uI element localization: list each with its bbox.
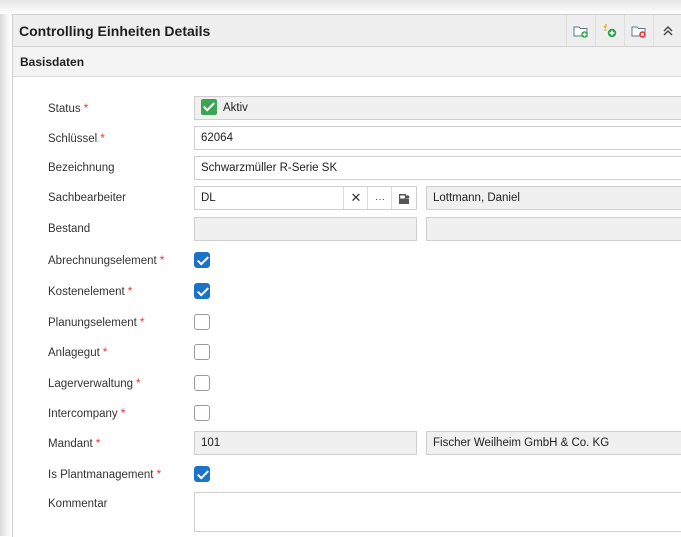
kommentar-label: Kommentar bbox=[48, 498, 108, 510]
plantmanagement-row: Is Plantmanagement * bbox=[13, 462, 681, 486]
planungselement-row: Planungselement * bbox=[13, 310, 681, 334]
anlagegut-label: Anlagegut * bbox=[48, 345, 108, 359]
window-shadow-top bbox=[0, 0, 681, 14]
bestand-field bbox=[194, 217, 417, 241]
anlagegut-checkbox[interactable] bbox=[194, 344, 210, 360]
bestand-name-field bbox=[426, 217, 681, 241]
new-folder-icon bbox=[573, 26, 588, 38]
status-check-icon bbox=[201, 98, 217, 115]
bestand-label: Bestand bbox=[48, 223, 91, 235]
kommentar-row: Kommentar bbox=[13, 492, 681, 532]
add-icon bbox=[603, 23, 617, 37]
planungselement-label: Planungselement * bbox=[48, 315, 145, 329]
abrechnungselement-label: Abrechnungselement * bbox=[48, 253, 165, 267]
window-shadow-left bbox=[0, 0, 12, 536]
intercompany-label: Intercompany * bbox=[48, 406, 126, 420]
mandant-name: Fischer Weilheim GmbH & Co. KG bbox=[426, 431, 681, 455]
schluessel-label: Schlüssel * bbox=[48, 131, 105, 145]
more-button[interactable]: ··· bbox=[367, 187, 392, 209]
clear-button[interactable]: ✕ bbox=[343, 187, 368, 209]
schluessel-row: Schlüssel * 62064 bbox=[13, 126, 681, 150]
header-toolbar bbox=[566, 15, 681, 46]
add-button[interactable] bbox=[595, 15, 624, 46]
status-label: Status * bbox=[48, 101, 89, 115]
bezeichnung-label: Bezeichnung bbox=[48, 162, 115, 174]
plantmanagement-label: Is Plantmanagement * bbox=[48, 467, 162, 481]
lookup-button[interactable] bbox=[391, 187, 416, 209]
panel-title: Controlling Einheiten Details bbox=[19, 22, 211, 39]
panel-header: Controlling Einheiten Details bbox=[13, 15, 681, 47]
lagerverwaltung-label: Lagerverwaltung * bbox=[48, 376, 141, 390]
status-value: Aktiv bbox=[223, 102, 248, 114]
status-row: Status * Aktiv bbox=[13, 96, 681, 120]
mandant-row: Mandant * 101 Fischer Weilheim GmbH & Co.… bbox=[13, 431, 681, 455]
lagerverwaltung-checkbox[interactable] bbox=[194, 375, 210, 391]
delete-icon bbox=[631, 26, 646, 38]
planungselement-checkbox[interactable] bbox=[194, 314, 210, 330]
sachbearbeiter-label: Sachbearbeiter bbox=[48, 192, 126, 204]
delete-button[interactable] bbox=[624, 15, 653, 46]
abrechnungselement-checkbox[interactable] bbox=[194, 252, 210, 268]
mandant-code: 101 bbox=[194, 431, 417, 455]
person-lookup-icon bbox=[399, 193, 410, 204]
mandant-label: Mandant * bbox=[48, 436, 101, 450]
status-field: Aktiv bbox=[194, 96, 681, 120]
sachbearbeiter-input[interactable]: DL ✕ ··· bbox=[194, 186, 417, 210]
intercompany-row: Intercompany * bbox=[13, 401, 681, 425]
section-title: Basisdaten bbox=[20, 54, 85, 69]
plantmanagement-checkbox[interactable] bbox=[194, 466, 210, 482]
sachbearbeiter-code: DL bbox=[201, 192, 216, 204]
abrechnungselement-row: Abrechnungselement * bbox=[13, 248, 681, 272]
bezeichnung-row: Bezeichnung Schwarzmüller R-Serie SK bbox=[13, 156, 681, 180]
sachbearbeiter-name: Lottmann, Daniel bbox=[426, 186, 681, 210]
clear-icon: ✕ bbox=[350, 190, 362, 205]
section-header: Basisdaten bbox=[13, 47, 681, 77]
more-icon: ··· bbox=[375, 194, 385, 205]
bezeichnung-input[interactable]: Schwarzmüller R-Serie SK bbox=[194, 156, 681, 180]
collapse-button[interactable] bbox=[653, 15, 681, 46]
kostenelement-row: Kostenelement * bbox=[13, 279, 681, 303]
collapse-icon bbox=[663, 25, 673, 35]
sachbearbeiter-row: Sachbearbeiter DL ✕ ··· Lottmann, Daniel bbox=[13, 186, 681, 210]
kostenelement-checkbox[interactable] bbox=[194, 283, 210, 299]
lagerverwaltung-row: Lagerverwaltung * bbox=[13, 371, 681, 395]
bestand-row: Bestand bbox=[13, 217, 681, 241]
kostenelement-label: Kostenelement * bbox=[48, 284, 133, 298]
details-panel: Controlling Einheiten Details Basisdaten… bbox=[12, 14, 681, 537]
schluessel-input[interactable]: 62064 bbox=[194, 126, 681, 150]
anlagegut-row: Anlagegut * bbox=[13, 340, 681, 364]
new-folder-button[interactable] bbox=[566, 15, 595, 46]
intercompany-checkbox[interactable] bbox=[194, 405, 210, 421]
kommentar-textarea[interactable] bbox=[194, 492, 681, 532]
